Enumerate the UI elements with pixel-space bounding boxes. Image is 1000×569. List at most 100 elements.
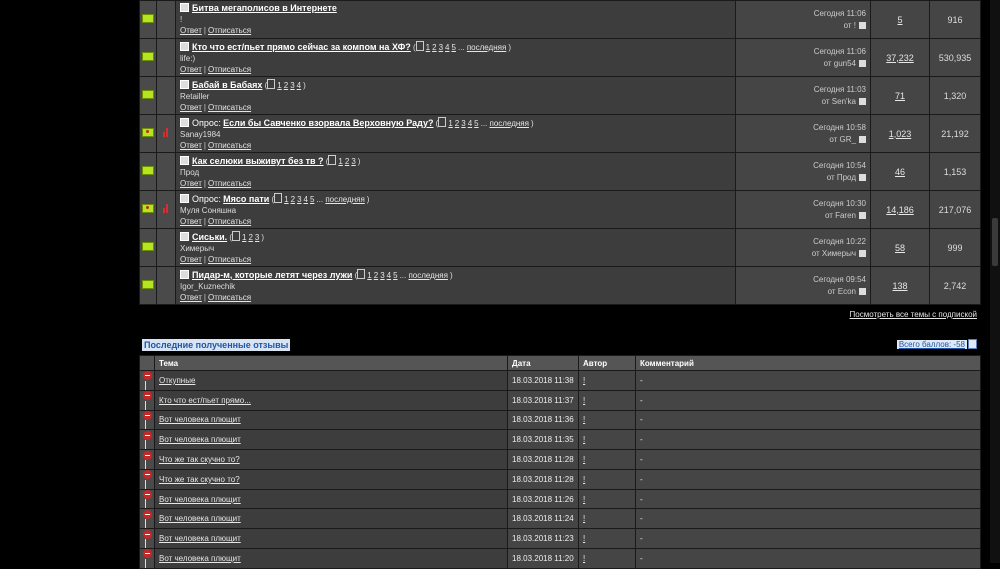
page-link[interactable]: 3 (351, 157, 355, 166)
page-link[interactable]: 1 (284, 195, 288, 204)
thread-title-link[interactable]: Кто что ест/пьет прямо сейчас за компом … (192, 42, 411, 52)
unsubscribe-link[interactable]: Отписаться (208, 293, 251, 302)
reply-link[interactable]: Ответ (180, 103, 202, 112)
replies-count-link[interactable]: 14,186 (886, 205, 914, 215)
report-flag-icon[interactable] (145, 558, 150, 568)
unsubscribe-link[interactable]: Отписаться (208, 141, 251, 150)
report-flag-icon[interactable] (145, 539, 150, 549)
unsubscribe-link[interactable]: Отписаться (208, 255, 251, 264)
page-link[interactable]: 2 (291, 195, 295, 204)
collapse-toggle-icon[interactable] (968, 339, 977, 349)
page-link[interactable]: 5 (474, 119, 478, 128)
replies-count-link[interactable]: 5 (897, 15, 902, 25)
page-link[interactable]: 1 (242, 233, 246, 242)
go-to-last-post-icon[interactable] (859, 287, 866, 295)
page-link[interactable]: 5 (451, 43, 455, 52)
report-flag-icon[interactable] (145, 420, 150, 430)
page-link[interactable]: 2 (455, 119, 459, 128)
report-flag-icon[interactable] (145, 400, 150, 410)
replies-count-link[interactable]: 58 (895, 243, 905, 253)
thread-title-link[interactable]: Если бы Савченко взорвала Верховную Раду… (223, 118, 433, 128)
report-flag-icon[interactable] (145, 380, 150, 390)
scrollbar-thumb[interactable] (992, 218, 998, 266)
feedback-author-link[interactable]: ! (583, 396, 585, 405)
replies-count-link[interactable]: 71 (895, 91, 905, 101)
thread-title-link[interactable]: Сиськи. (192, 232, 227, 242)
reply-link[interactable]: Ответ (180, 217, 202, 226)
go-to-last-post-icon[interactable] (859, 97, 866, 105)
page-scrollbar[interactable] (990, 0, 1000, 563)
feedback-topic-link[interactable]: Вот человека плющит (159, 495, 241, 504)
feedback-topic-link[interactable]: Вот человека плющит (159, 435, 241, 444)
feedback-author-link[interactable]: ! (583, 534, 585, 543)
feedback-total-link[interactable]: Всего баллов: -58 (896, 340, 967, 349)
feedback-topic-link[interactable]: Вот человека плющит (159, 534, 241, 543)
thread-title-link[interactable]: Как селюки выживут без тв ? (192, 156, 324, 166)
reply-link[interactable]: Ответ (180, 141, 202, 150)
page-link[interactable]: 2 (345, 157, 349, 166)
replies-count-link[interactable]: 37,232 (886, 53, 914, 63)
page-link[interactable]: 1 (338, 157, 342, 166)
replies-count-link[interactable]: 138 (892, 281, 907, 291)
page-link[interactable]: 3 (380, 271, 384, 280)
unsubscribe-link[interactable]: Отписаться (208, 103, 251, 112)
thread-title-link[interactable]: Битва мегаполисов в Интернете (192, 3, 337, 13)
page-link[interactable]: 1 (426, 43, 430, 52)
go-to-last-post-icon[interactable] (859, 249, 866, 257)
thread-title-link[interactable]: Мясо пати (223, 194, 269, 204)
last-page-link[interactable]: последняя (490, 119, 529, 128)
feedback-topic-link[interactable]: Что же так скучно то? (159, 455, 240, 464)
page-link[interactable]: 1 (277, 81, 281, 90)
feedback-topic-link[interactable]: Вот человека плющит (159, 554, 241, 563)
page-link[interactable]: 1 (448, 119, 452, 128)
go-to-last-post-icon[interactable] (859, 211, 866, 219)
replies-count-link[interactable]: 46 (895, 167, 905, 177)
feedback-author-link[interactable]: ! (583, 435, 585, 444)
page-link[interactable]: 1 (367, 271, 371, 280)
page-link[interactable]: 4 (304, 195, 308, 204)
feedback-author-link[interactable]: ! (583, 475, 585, 484)
report-flag-icon[interactable] (145, 499, 150, 509)
page-link[interactable]: 3 (297, 195, 301, 204)
feedback-author-link[interactable]: ! (583, 455, 585, 464)
page-link[interactable]: 3 (255, 233, 259, 242)
feedback-topic-link[interactable]: Что же так скучно то? (159, 475, 240, 484)
unsubscribe-link[interactable]: Отписаться (208, 26, 251, 35)
page-link[interactable]: 3 (439, 43, 443, 52)
page-link[interactable]: 2 (374, 271, 378, 280)
unsubscribe-link[interactable]: Отписаться (208, 217, 251, 226)
page-link[interactable]: 5 (310, 195, 314, 204)
feedback-author-link[interactable]: ! (583, 415, 585, 424)
report-flag-icon[interactable] (145, 479, 150, 489)
feedback-topic-link[interactable]: Кто что ест/пьет прямо... (159, 396, 251, 405)
page-link[interactable]: 2 (248, 233, 252, 242)
all-subscribed-link[interactable]: Посмотреть все темы с подпиской (850, 310, 977, 319)
report-flag-icon[interactable] (145, 459, 150, 469)
last-page-link[interactable]: последняя (408, 271, 447, 280)
replies-count-link[interactable]: 1,023 (889, 129, 912, 139)
feedback-topic-link[interactable]: Откупные (159, 376, 195, 385)
page-link[interactable]: 3 (290, 81, 294, 90)
feedback-topic-link[interactable]: Вот человека плющит (159, 415, 241, 424)
reply-link[interactable]: Ответ (180, 293, 202, 302)
page-link[interactable]: 4 (387, 271, 391, 280)
thread-title-link[interactable]: Бабай в Бабаях (192, 80, 262, 90)
reply-link[interactable]: Ответ (180, 179, 202, 188)
reply-link[interactable]: Ответ (180, 255, 202, 264)
page-link[interactable]: 5 (393, 271, 397, 280)
report-flag-icon[interactable] (145, 519, 150, 529)
go-to-last-post-icon[interactable] (859, 173, 866, 181)
last-page-link[interactable]: последняя (325, 195, 364, 204)
page-link[interactable]: 4 (297, 81, 301, 90)
thread-title-link[interactable]: Пидар-м, которые летят через лужи (192, 270, 352, 280)
go-to-last-post-icon[interactable] (859, 21, 866, 29)
unsubscribe-link[interactable]: Отписаться (208, 65, 251, 74)
page-link[interactable]: 3 (461, 119, 465, 128)
reply-link[interactable]: Ответ (180, 65, 202, 74)
feedback-author-link[interactable]: ! (583, 554, 585, 563)
reply-link[interactable]: Ответ (180, 26, 202, 35)
page-link[interactable]: 4 (445, 43, 449, 52)
feedback-author-link[interactable]: ! (583, 495, 585, 504)
page-link[interactable]: 2 (284, 81, 288, 90)
go-to-last-post-icon[interactable] (859, 135, 866, 143)
